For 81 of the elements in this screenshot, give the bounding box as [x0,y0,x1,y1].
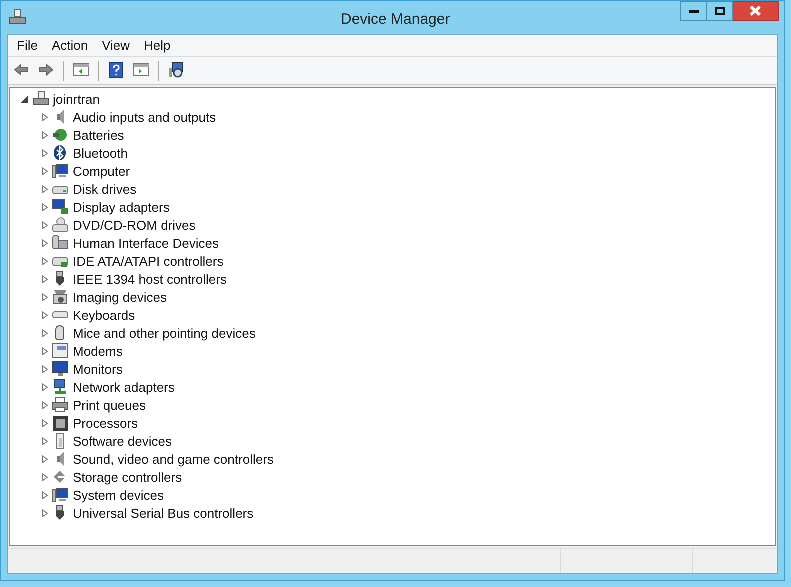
tree-item[interactable]: Bluetooth [73,144,128,162]
bluetooth-icon [52,145,69,161]
modem-icon [52,343,69,359]
expand-arrow-icon[interactable] [41,292,49,302]
panel-icon [72,62,90,79]
back-arrow-icon [12,62,30,79]
tree-item[interactable]: Keyboards [73,306,136,324]
expand-arrow-icon[interactable] [41,274,49,284]
input-device-icon [52,235,69,251]
expand-arrow-icon[interactable] [41,220,49,230]
chip-icon [52,415,69,431]
storage-controller-icon [52,469,69,485]
tree-item[interactable]: Imaging devices [73,288,167,306]
tree-item[interactable]: joinrtran [53,90,100,108]
tree-item[interactable]: Audio inputs and outputs [73,108,216,126]
maximize-icon [714,7,724,15]
tree-item[interactable]: IDE ATA/ATAPI controllers [73,252,224,270]
minimize-icon [688,10,698,12]
tree-item[interactable]: Print queues [73,396,146,414]
computer-icon [9,8,27,26]
expand-arrow-icon[interactable] [41,310,49,320]
disc-drive-icon [52,217,69,233]
network-icon [52,379,69,395]
tree-item[interactable]: Modems [73,342,123,360]
expand-arrow-icon[interactable] [41,256,49,266]
tree-item[interactable]: Processors [73,414,138,432]
expand-arrow-icon[interactable] [41,508,49,518]
maximize-button[interactable] [707,1,733,21]
computer-icon [52,487,69,503]
menu-item[interactable]: File [10,36,45,54]
expand-arrow-icon[interactable] [41,184,49,194]
tree-item[interactable]: Batteries [73,126,124,144]
expand-arrow-icon[interactable] [41,490,49,500]
window-title: Device Manager [341,10,450,30]
tree-item[interactable]: Monitors [73,360,123,378]
expand-arrow-icon[interactable] [41,148,49,158]
tree-item[interactable]: Network adapters [73,378,175,396]
display-icon [52,199,69,215]
camera-icon [52,289,69,305]
computer-icon [52,163,69,179]
menu-item[interactable]: Action [44,36,96,54]
expand-arrow-icon[interactable] [41,238,49,248]
menu-item[interactable]: View [95,36,138,54]
tree-item[interactable]: Computer [73,162,130,180]
close-button[interactable] [733,1,779,21]
help-icon [108,62,124,79]
expand-arrow-icon[interactable] [41,454,49,464]
menu-item[interactable]: Help [137,36,178,54]
close-icon [750,6,761,16]
tree-item[interactable]: Software devices [73,432,172,450]
tree-item[interactable]: Storage controllers [73,468,182,486]
battery-plug-icon [52,127,69,143]
expand-arrow-icon[interactable] [41,382,49,392]
expand-arrow-icon[interactable] [41,364,49,374]
forward-arrow-icon [38,62,54,79]
panel-icon [132,62,150,79]
expand-arrow-icon[interactable] [41,130,49,140]
printer-icon [52,397,69,413]
tree-item[interactable]: Disk drives [73,180,137,198]
expand-arrow-icon[interactable] [41,166,49,176]
minimize-button[interactable] [680,1,707,21]
expand-arrow-icon[interactable] [41,400,49,410]
tree-item[interactable]: Sound, video and game controllers [73,450,274,468]
expand-arrow-icon[interactable] [41,346,49,356]
tree-item[interactable]: Universal Serial Bus controllers [73,504,254,522]
tree-item[interactable]: Display adapters [73,198,170,216]
expand-arrow-icon[interactable] [41,328,49,338]
expand-arrow-icon[interactable] [41,112,49,122]
tree-item[interactable]: DVD/CD-ROM drives [73,216,196,234]
computer-icon [33,91,50,107]
expand-arrow-icon[interactable] [41,436,49,446]
expand-arrow-icon[interactable] [41,202,49,212]
collapse-arrow-icon[interactable] [21,94,29,104]
monitor-search-icon [168,62,184,79]
tree-item[interactable]: Human Interface Devices [73,234,219,252]
tree-item[interactable]: IEEE 1394 host controllers [73,270,227,288]
tree-item[interactable]: System devices [73,486,164,504]
expand-arrow-icon[interactable] [41,472,49,482]
tree-item[interactable]: Mice and other pointing devices [73,324,256,342]
expand-arrow-icon[interactable] [41,418,49,428]
monitor-icon [52,361,69,377]
